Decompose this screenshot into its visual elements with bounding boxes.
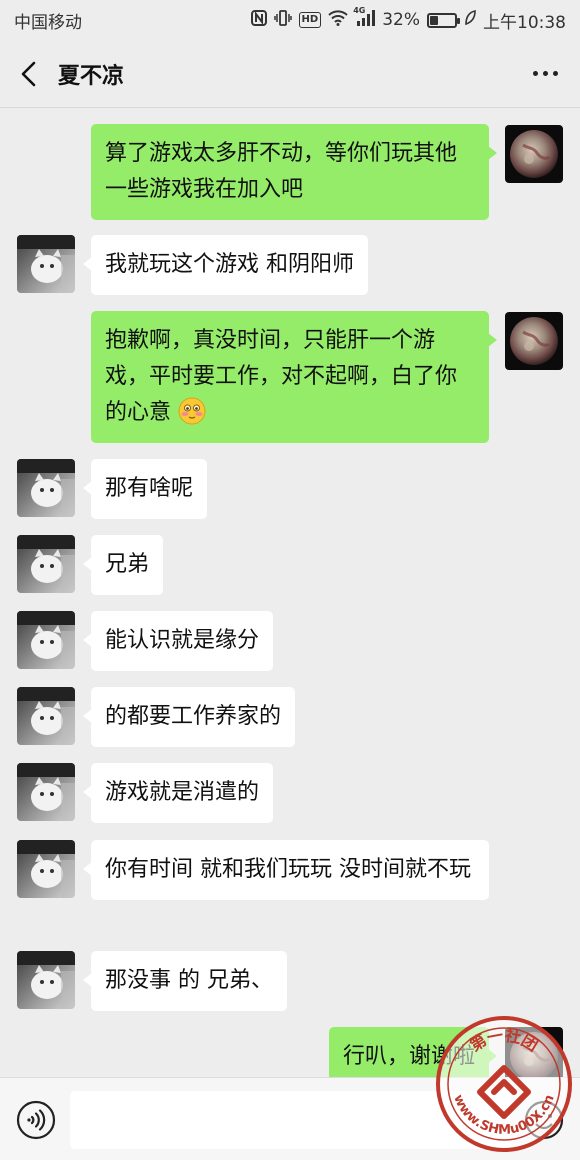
contact-avatar[interactable] [17, 951, 75, 1009]
input-bar [0, 1077, 580, 1160]
message-bubble-received[interactable]: 游戏就是消遣的 [82, 763, 274, 823]
status-bar: 中国移动 HD 4G 32% 上午10:38 [0, 0, 580, 40]
carrier-name: 中国移动 [14, 12, 82, 33]
contact-avatar[interactable] [17, 535, 75, 593]
contact-avatar[interactable] [17, 459, 75, 517]
message-bubble-received[interactable]: 能认识就是缘分 [82, 611, 274, 671]
blushing-face-emoji [178, 397, 206, 425]
status-icons: HD 4G 32% 上午10:38 [250, 6, 566, 33]
message-text: 游戏就是消遣的 [105, 780, 260, 805]
hd-icon: HD [298, 12, 322, 28]
voice-icon [16, 1100, 56, 1140]
message-bubble-received[interactable]: 那有啥呢 [82, 459, 208, 519]
self-avatar[interactable] [505, 1027, 563, 1077]
self-avatar[interactable] [505, 125, 563, 183]
message-bubble-sent[interactable]: 行叭，谢谢啦 [328, 1027, 498, 1077]
contact-avatar[interactable] [17, 611, 75, 669]
self-avatar[interactable] [505, 312, 563, 370]
battery-icon [427, 12, 460, 28]
message-input[interactable] [70, 1091, 510, 1149]
message-text: 兄弟 [105, 552, 150, 577]
message-bubble-received[interactable]: 兄弟 [82, 535, 164, 595]
contact-avatar[interactable] [17, 235, 75, 293]
message-bubble-received[interactable]: 你有时间 就和我们玩玩 没时间就不玩 [83, 840, 489, 900]
chat-header: 夏不凉 [0, 40, 580, 108]
chat-title: 夏不凉 [58, 63, 125, 89]
contact-avatar[interactable] [17, 687, 75, 745]
vibrate-icon [273, 10, 292, 30]
back-button[interactable] [0, 40, 58, 108]
leaf-icon [464, 10, 476, 30]
message-bubble-received[interactable]: 的都要工作养家的 [82, 687, 296, 747]
message-text: 那没事 的 兄弟、 [105, 968, 273, 993]
voice-button[interactable] [16, 1100, 56, 1140]
signal-icon: 4G [353, 6, 376, 30]
message-bubble-sent[interactable]: 抱歉啊，真没时间，只能肝一个游戏，平时要工作，对不起啊，白了你的心意 [91, 311, 497, 443]
nfc-icon [250, 10, 267, 30]
battery-percent: 32% [382, 10, 420, 30]
message-text: 那有啥呢 [105, 476, 194, 501]
message-text: 你有时间 就和我们玩玩 没时间就不玩 [105, 857, 471, 882]
status-time: 上午10:38 [483, 12, 566, 33]
message-text: 抱歉啊，真没时间，只能肝一个游戏，平时要工作，对不起啊，白了你的心意 [105, 328, 458, 425]
network-type: 4G [353, 6, 366, 15]
message-text: 我就玩这个游戏 和阴阳师 [105, 252, 354, 277]
message-bubble-received[interactable]: 那没事 的 兄弟、 [83, 951, 287, 1011]
contact-avatar[interactable] [17, 763, 75, 821]
emoji-icon [524, 1100, 564, 1140]
message-bubble-sent[interactable]: 算了游戏太多肝不动，等你们玩其他一些游戏我在加入吧 [91, 124, 497, 220]
message-list[interactable]: 算了游戏太多肝不动，等你们玩其他一些游戏我在加入吧 我就玩这个游戏 和阴阳师 抱… [0, 109, 580, 1077]
message-text: 的都要工作养家的 [105, 704, 282, 729]
contact-avatar[interactable] [17, 840, 75, 898]
wifi-icon [328, 10, 348, 30]
message-bubble-received[interactable]: 我就玩这个游戏 和阴阳师 [83, 235, 368, 295]
message-text: 算了游戏太多肝不动，等你们玩其他一些游戏我在加入吧 [105, 141, 458, 202]
back-arrow-icon [21, 61, 36, 86]
message-text: 行叭，谢谢啦 [342, 1044, 475, 1069]
more-dots-icon [532, 71, 538, 76]
emoji-button[interactable] [524, 1100, 564, 1140]
message-text: 能认识就是缘分 [105, 628, 260, 653]
more-button[interactable] [510, 40, 580, 108]
